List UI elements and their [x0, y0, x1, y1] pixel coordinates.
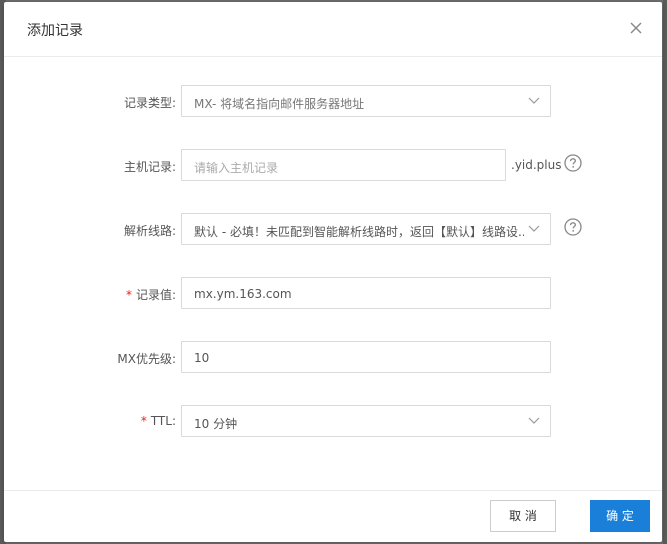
- chevron-down-icon: [528, 225, 540, 232]
- record-value-input[interactable]: mx.ym.163.com: [181, 277, 551, 309]
- line-value: 默认 - 必填！未匹配到智能解析线路时，返回【默认】线路设...: [194, 225, 524, 239]
- close-icon: [630, 22, 642, 34]
- line-select[interactable]: 默认 - 必填！未匹配到智能解析线路时，返回【默认】线路设...: [181, 213, 551, 245]
- chevron-down-icon: [528, 417, 540, 424]
- host-record-label: 主机记录:: [123, 160, 176, 174]
- help-icon[interactable]: [564, 154, 582, 172]
- mx-priority-text: 10: [194, 351, 210, 365]
- record-value-label: * 记录值:: [126, 286, 176, 303]
- mx-priority-row: MX优先级: 10: [4, 341, 662, 375]
- domain-suffix: .yid.plus: [511, 158, 562, 172]
- footer-divider: [4, 490, 662, 491]
- ttl-label: * TTL:: [141, 414, 176, 428]
- record-type-value: MX- 将域名指向邮件服务器地址: [194, 97, 365, 111]
- ttl-select[interactable]: 10 分钟: [181, 405, 551, 437]
- dialog-title: 添加记录: [27, 23, 83, 39]
- line-row: 解析线路: 默认 - 必填！未匹配到智能解析线路时，返回【默认】线路设...: [4, 213, 662, 247]
- record-value-label-text: 记录值:: [135, 288, 176, 302]
- ttl-value: 10 分钟: [194, 417, 238, 431]
- close-button[interactable]: [628, 20, 644, 36]
- ttl-label-text: TTL:: [150, 414, 176, 428]
- host-record-input[interactable]: 请输入主机记录: [181, 149, 506, 181]
- record-value-row: * 记录值: mx.ym.163.com: [4, 277, 662, 311]
- record-type-label: 记录类型:: [123, 96, 176, 110]
- mx-priority-label: MX优先级:: [117, 352, 176, 366]
- host-record-row: 主机记录: 请输入主机记录 .yid.plus: [4, 149, 662, 183]
- record-type-select[interactable]: MX- 将域名指向邮件服务器地址: [181, 85, 551, 117]
- mx-priority-input[interactable]: 10: [181, 341, 551, 373]
- chevron-down-icon: [528, 97, 540, 104]
- help-icon[interactable]: [564, 218, 582, 236]
- record-type-row: 记录类型: MX- 将域名指向邮件服务器地址: [4, 85, 662, 119]
- confirm-button[interactable]: 确 定: [590, 500, 650, 532]
- required-mark: *: [125, 288, 132, 302]
- record-value-text: mx.ym.163.com: [194, 287, 292, 301]
- dialog-header: 添加记录: [4, 2, 662, 57]
- add-record-dialog: 添加记录 记录类型: MX- 将域名指向邮件服务器地址 主机记录: 请输入主机记…: [4, 2, 662, 542]
- cancel-button[interactable]: 取 消: [490, 500, 556, 532]
- required-mark: *: [140, 414, 147, 428]
- ttl-row: * TTL: 10 分钟: [4, 405, 662, 439]
- host-record-placeholder: 请输入主机记录: [194, 161, 279, 175]
- background-panel-right: [663, 0, 667, 544]
- line-label: 解析线路:: [123, 224, 176, 238]
